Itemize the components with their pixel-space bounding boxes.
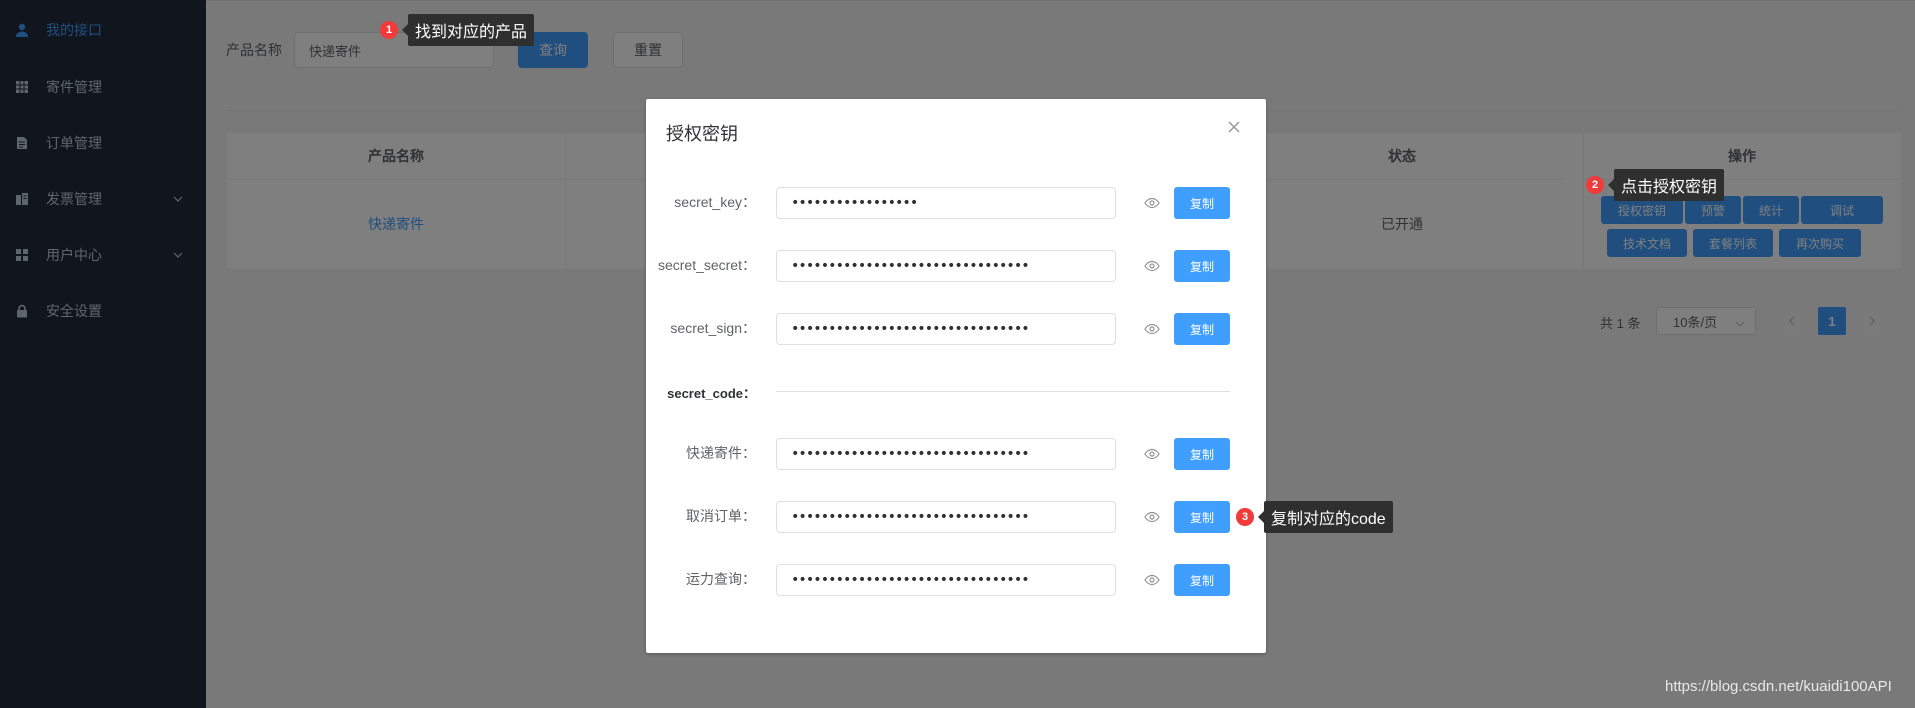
code-label-shipping: 快递寄件：: [686, 445, 756, 461]
code-label-capacity-query: 运力查询：: [686, 571, 756, 587]
annotation-callout: 点击授权密钥: [1614, 169, 1725, 201]
copy-code-shipping-button[interactable]: 复制: [1174, 438, 1230, 470]
annotation-callout: 找到对应的产品: [408, 14, 535, 46]
copy-secret-secret-button[interactable]: 复制: [1174, 250, 1230, 282]
eye-icon[interactable]: [1144, 572, 1160, 588]
eye-icon[interactable]: [1144, 446, 1160, 462]
code-input-cancel-order[interactable]: [776, 501, 1116, 533]
secret-sign-input[interactable]: [776, 313, 1116, 345]
auth-key-dialog: 授权密钥 secret_key： 复制 secret_secret： 复制 se…: [646, 99, 1266, 653]
secret-secret-input[interactable]: [776, 250, 1116, 282]
copy-secret-sign-button[interactable]: 复制: [1174, 313, 1230, 345]
code-input-capacity-query[interactable]: [776, 564, 1116, 596]
eye-icon[interactable]: [1144, 195, 1160, 211]
eye-icon[interactable]: [1144, 321, 1160, 337]
code-input-shipping[interactable]: [776, 438, 1116, 470]
secret-code-label: secret_code：: [667, 386, 756, 401]
annotation-number: 1: [380, 21, 398, 39]
annotation-number: 3: [1236, 508, 1254, 526]
secret-key-label: secret_key：: [674, 194, 756, 210]
secret-sign-label: secret_sign：: [670, 320, 756, 336]
annotation-callout: 复制对应的code: [1264, 501, 1393, 533]
copy-code-capacity-query-button[interactable]: 复制: [1174, 564, 1230, 596]
secret-secret-label: secret_secret：: [657, 257, 756, 273]
close-icon[interactable]: [1227, 120, 1243, 136]
eye-icon[interactable]: [1144, 509, 1160, 525]
watermark: https://blog.csdn.net/kuaidi100API: [1665, 678, 1892, 695]
copy-secret-key-button[interactable]: 复制: [1174, 187, 1230, 219]
annotation-number: 2: [1586, 176, 1604, 194]
secret-key-input[interactable]: [776, 187, 1116, 219]
code-label-cancel-order: 取消订单：: [686, 508, 756, 524]
secret-code-divider: [776, 391, 1230, 392]
eye-icon[interactable]: [1144, 258, 1160, 274]
copy-code-cancel-order-button[interactable]: 复制: [1174, 501, 1230, 533]
dialog-title: 授权密钥: [666, 124, 738, 144]
